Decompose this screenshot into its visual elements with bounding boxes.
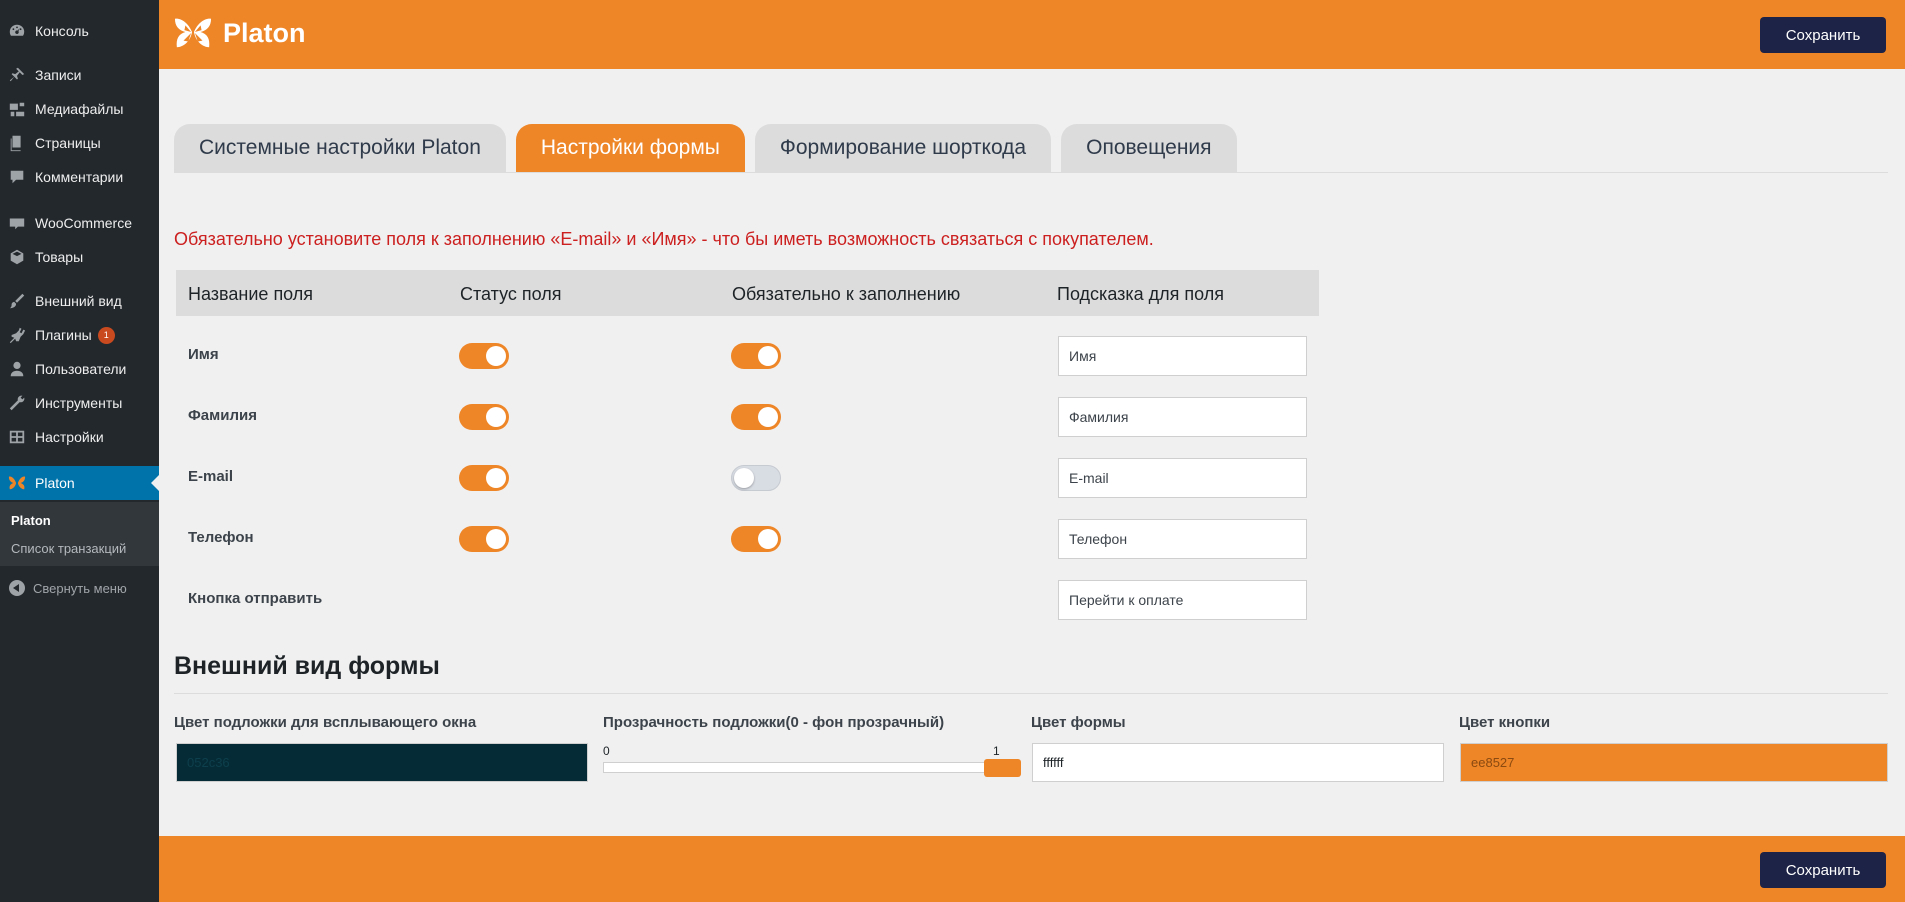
required-fields-warning: Обязательно установите поля к заполнению… (174, 229, 1154, 249)
toggle-surname-required[interactable] (731, 404, 781, 430)
sidebar-item-settings[interactable]: Настройки (0, 420, 159, 454)
opacity-label: Прозрачность подложки(0 - фон прозрачный… (603, 714, 945, 731)
sidebar-item-comments[interactable]: Комментарии (0, 160, 159, 194)
row-label-surname: Фамилия (188, 407, 257, 424)
section-divider (174, 693, 1888, 694)
save-button-top[interactable]: Сохранить (1760, 17, 1886, 53)
comments-icon (7, 167, 27, 187)
submenu-item-platon[interactable]: Platon (11, 513, 51, 528)
sidebar-item-label: Platon (35, 475, 75, 491)
overlay-color-label: Цвет подложки для всплывающего окна (174, 714, 477, 731)
hint-input-surname[interactable] (1058, 397, 1307, 437)
sidebar-item-media[interactable]: Медиафайлы (0, 92, 159, 126)
opacity-max-label: 1 (993, 744, 1000, 758)
header-field-hint: Подсказка для поля (1057, 284, 1225, 304)
woocommerce-icon (7, 213, 27, 233)
row-label-email: E-mail (188, 468, 234, 485)
sidebar-item-woocommerce[interactable]: WooCommerce (0, 206, 159, 240)
overlay-color-input[interactable]: 052c36 (176, 743, 588, 782)
hint-input-email[interactable] (1058, 458, 1307, 498)
collapse-menu-label: Свернуть меню (33, 580, 127, 596)
logo-text: Platon (223, 17, 306, 48)
toggle-email-required[interactable] (731, 465, 781, 491)
toggle-phone-status[interactable] (459, 526, 509, 552)
toggle-email-status[interactable] (459, 465, 509, 491)
plugin-header: Platon Сохранить (159, 0, 1905, 69)
sidebar-item-users[interactable]: Пользователи (0, 352, 159, 386)
row-label-submit: Кнопка отправить (188, 590, 323, 607)
hint-input-name[interactable] (1058, 336, 1307, 376)
sidebar-item-label: Инструменты (35, 395, 123, 411)
plugins-icon (7, 325, 27, 345)
form-appearance-title: Внешний вид формы (174, 652, 440, 680)
sidebar-item-products[interactable]: Товары (0, 240, 159, 274)
sidebar-item-label: Внешний вид (35, 293, 122, 309)
admin-sidebar: Консоль Записи Медиафайлы Страницы Комме… (0, 0, 159, 902)
hint-input-phone[interactable] (1058, 519, 1307, 559)
header-field-name: Название поля (188, 284, 314, 304)
button-color-input[interactable]: ee8527 (1460, 743, 1888, 782)
save-button-bottom[interactable]: Сохранить (1760, 852, 1886, 888)
opacity-min-label: 0 (603, 744, 610, 758)
sidebar-item-label: Пользователи (35, 361, 127, 377)
platon-submenu: Platon Список транзакций (0, 502, 159, 566)
submenu-item-transactions[interactable]: Список транзакций (11, 541, 126, 556)
sidebar-item-label: Страницы (35, 135, 101, 151)
platon-logo: Platon (174, 15, 306, 51)
products-icon (7, 247, 27, 267)
collapse-arrow-icon (9, 580, 25, 596)
toggle-name-required[interactable] (731, 343, 781, 369)
header-field-status: Статус поля (460, 284, 562, 304)
tab-shortcode[interactable]: Формирование шорткода (754, 124, 1052, 172)
dashboard-icon (7, 21, 27, 41)
toggle-name-status[interactable] (459, 343, 509, 369)
settings-icon (7, 427, 27, 447)
plugins-update-badge: 1 (97, 326, 115, 344)
tab-notifications[interactable]: Оповещения (1061, 124, 1237, 172)
sidebar-item-pages[interactable]: Страницы (0, 126, 159, 160)
toggle-phone-required[interactable] (731, 526, 781, 552)
sidebar-item-label: Товары (35, 249, 84, 265)
hint-input-submit[interactable] (1058, 580, 1307, 620)
sidebar-item-label: Медиафайлы (35, 101, 124, 117)
sidebar-item-label: Настройки (35, 429, 104, 445)
form-color-input[interactable]: ffffff (1032, 743, 1444, 782)
header-field-required: Обязательно к заполнению (732, 284, 961, 304)
sidebar-item-label: Записи (35, 67, 82, 83)
brush-icon (7, 291, 27, 311)
sidebar-item-plugins[interactable]: Плагины 1 (0, 318, 159, 352)
butterfly-logo-icon (174, 18, 212, 48)
form-color-label: Цвет формы (1031, 714, 1126, 731)
sidebar-item-label: WooCommerce (35, 215, 132, 231)
fields-table-header: Название поля Статус поля Обязательно к … (176, 270, 1319, 316)
tab-system-settings[interactable]: Системные настройки Platon (174, 124, 506, 172)
tab-form-settings[interactable]: Настройки формы (515, 124, 745, 172)
sidebar-item-label: Комментарии (35, 169, 124, 185)
users-icon (7, 359, 27, 379)
tabs-divider (174, 172, 1888, 173)
row-label-phone: Телефон (188, 529, 254, 546)
butterfly-icon (7, 473, 27, 493)
sidebar-item-label: Плагины (35, 327, 92, 343)
collapse-menu-button[interactable]: Свернуть меню (0, 578, 159, 598)
button-color-label: Цвет кнопки (1459, 714, 1551, 731)
toggle-surname-status[interactable] (459, 404, 509, 430)
sidebar-item-dashboard[interactable]: Консоль (0, 14, 159, 48)
sidebar-item-posts[interactable]: Записи (0, 58, 159, 92)
opacity-slider-track[interactable] (603, 762, 986, 773)
sidebar-item-appearance[interactable]: Внешний вид (0, 284, 159, 318)
row-label-name: Имя (188, 346, 219, 363)
plugin-footer: Сохранить (159, 836, 1905, 902)
sidebar-item-tools[interactable]: Инструменты (0, 386, 159, 420)
settings-tabs: Системные настройки Platon Настройки фор… (174, 124, 1247, 172)
pages-icon (7, 133, 27, 153)
pin-icon (7, 65, 27, 85)
tools-icon (7, 393, 27, 413)
opacity-slider-handle[interactable] (984, 759, 1021, 777)
media-icon (7, 99, 27, 119)
opacity-slider-fill (604, 763, 985, 772)
sidebar-item-platon[interactable]: Platon (0, 466, 159, 500)
sidebar-item-label: Консоль (35, 23, 89, 39)
